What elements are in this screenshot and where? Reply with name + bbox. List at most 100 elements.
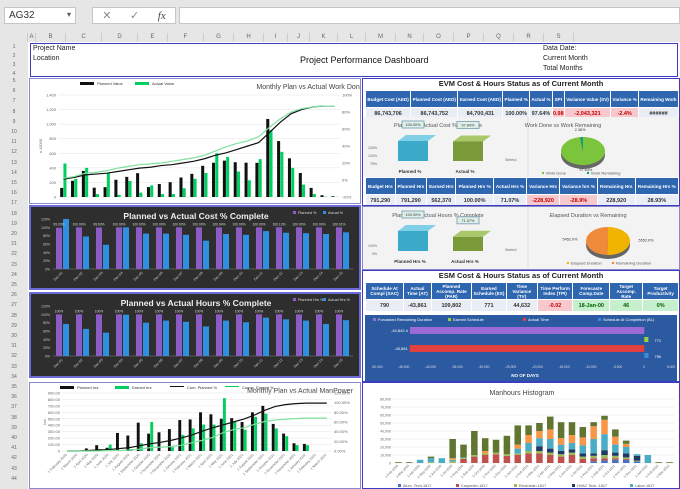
column-header[interactable]: B <box>36 33 66 42</box>
row-header[interactable]: 16 <box>0 190 28 196</box>
stacked-bar-segment <box>471 431 478 455</box>
row-header[interactable]: 26 <box>0 292 28 298</box>
stacked-bar-segment <box>612 436 619 445</box>
row-header[interactable]: 14 <box>0 170 28 176</box>
hours-pct-chart[interactable]: Planned vs Actual Hours % Complete 0% 20% 4… <box>29 292 361 378</box>
row-header[interactable]: 33 <box>0 364 28 370</box>
row-header[interactable]: 34 <box>0 374 28 380</box>
row-header[interactable]: 7 <box>0 98 28 104</box>
planned-bar <box>222 160 226 197</box>
table-header: Forecaste Comp.Date <box>572 282 611 300</box>
stacked-bar-segment <box>492 452 500 455</box>
cost-pct-chart[interactable]: Planned vs Actual Cost % Complete 0% 20% 40… <box>29 205 361 290</box>
row-header[interactable]: 10 <box>0 129 28 135</box>
row-header[interactable]: 17 <box>0 200 28 206</box>
row-header[interactable]: 1 <box>0 44 28 50</box>
data-label: 100% <box>295 309 304 313</box>
monthly-work-chart[interactable]: Monthly Plan vs Actual Work Done 0 200 400 6… <box>29 78 361 204</box>
stacked-bar-segment <box>557 454 565 457</box>
row-header[interactable]: 22 <box>0 251 28 257</box>
column-header[interactable]: G <box>204 33 234 42</box>
row-header[interactable]: 29 <box>0 323 28 329</box>
row-header[interactable]: 9 <box>0 119 28 125</box>
stacked-bar-segment <box>427 458 435 463</box>
row-header[interactable]: 18 <box>0 211 28 217</box>
row-header[interactable]: 44 <box>0 476 28 482</box>
row-header[interactable]: 21 <box>0 241 28 247</box>
name-box[interactable]: AG32 ▾ <box>4 7 76 24</box>
row-header[interactable]: 27 <box>0 302 28 308</box>
stacked-bar-segment <box>568 452 576 455</box>
column-header[interactable]: L <box>338 33 366 42</box>
row-header[interactable]: 38 <box>0 415 28 421</box>
column-header[interactable]: Q <box>484 33 514 42</box>
row-header[interactable]: 6 <box>0 88 28 94</box>
row-header[interactable]: 24 <box>0 272 28 278</box>
column-header[interactable]: M <box>366 33 396 42</box>
row-header[interactable]: 4 <box>0 71 28 77</box>
row-header[interactable]: 31 <box>0 343 28 349</box>
row-header[interactable]: 35 <box>0 384 28 390</box>
column-header[interactable]: E <box>138 33 168 42</box>
manpower-chart[interactable]: Monthly Plan vs Actual ManPower 0 100.00 20… <box>29 382 361 489</box>
actual-bar <box>163 233 169 269</box>
function-icon[interactable]: fx <box>158 10 166 22</box>
actual-bar <box>295 445 299 451</box>
row-header[interactable]: 5 <box>0 78 28 84</box>
planned-bar <box>136 314 142 356</box>
row-header[interactable]: 43 <box>0 466 28 472</box>
row-header[interactable]: 19 <box>0 221 28 227</box>
stacked-bar-segment <box>612 455 619 459</box>
column-header[interactable]: F <box>168 33 204 42</box>
column-header[interactable]: R <box>514 33 544 42</box>
row-header[interactable]: 42 <box>0 455 28 461</box>
row-header[interactable]: 2 <box>0 53 28 59</box>
x-tick-label: Dec-04 <box>113 358 124 369</box>
row-header[interactable]: 8 <box>0 109 28 115</box>
column-header[interactable]: J <box>288 33 310 42</box>
column-header[interactable]: D <box>102 33 138 42</box>
stacked-bar-segment <box>601 419 608 435</box>
stacked-bar-segment <box>568 435 576 443</box>
planned-bar <box>219 418 223 451</box>
manhours-histogram[interactable]: Manhours Histogram 0 10,000 20,000 30,000 40,… <box>362 382 680 489</box>
column-header[interactable]: H <box>234 33 264 42</box>
legend-swatch <box>170 386 184 387</box>
column-header[interactable]: S <box>544 33 574 42</box>
formula-input[interactable] <box>179 7 680 24</box>
row-header[interactable]: 36 <box>0 394 28 400</box>
row-header[interactable]: 28 <box>0 313 28 319</box>
column-header[interactable]: N <box>396 33 424 42</box>
check-icon[interactable]: ✓ <box>130 9 139 22</box>
chevron-down-icon[interactable]: ▾ <box>67 10 71 19</box>
row-header[interactable]: 3 <box>0 62 28 68</box>
row-header[interactable]: 30 <box>0 333 28 339</box>
column-header[interactable]: O <box>424 33 454 42</box>
column-header[interactable]: I <box>264 33 288 42</box>
row-header[interactable]: 23 <box>0 262 28 268</box>
stacked-bar-segment <box>601 460 608 463</box>
row-header[interactable]: 37 <box>0 404 28 410</box>
column-header[interactable]: C <box>66 33 102 42</box>
row-header[interactable]: 40 <box>0 435 28 441</box>
row-header[interactable]: 20 <box>0 231 28 237</box>
row-header[interactable]: 39 <box>0 425 28 431</box>
actual-bar <box>193 178 197 197</box>
column-header[interactable]: A <box>28 33 36 42</box>
column-header[interactable]: P <box>454 33 484 42</box>
row-header[interactable]: 12 <box>0 149 28 155</box>
actual-bar <box>269 129 273 197</box>
row-header[interactable]: 25 <box>0 282 28 288</box>
y2-tick-label: 40.00% <box>334 429 348 434</box>
row-header[interactable]: 11 <box>0 139 28 145</box>
row-header[interactable]: 15 <box>0 180 28 186</box>
column-header[interactable]: K <box>310 33 338 42</box>
legend-label: Work Remaining <box>591 171 621 176</box>
row-header[interactable]: 13 <box>0 160 28 166</box>
stacked-bar-segment <box>622 447 630 454</box>
data-label: 100.01% <box>332 222 345 226</box>
actual-bar <box>163 320 169 356</box>
row-header[interactable]: 32 <box>0 353 28 359</box>
cancel-icon[interactable]: ✕ <box>102 9 111 22</box>
row-header[interactable]: 41 <box>0 445 28 451</box>
